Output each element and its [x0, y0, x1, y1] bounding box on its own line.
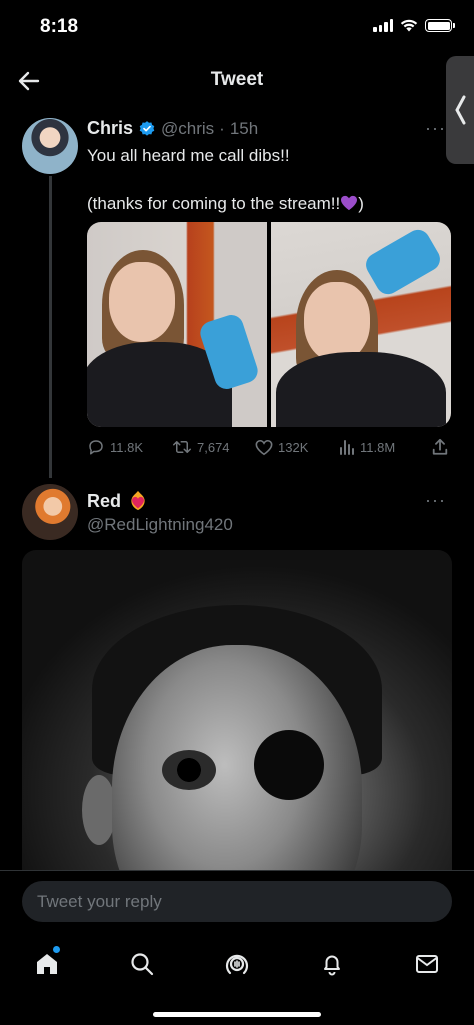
wifi-icon — [400, 19, 418, 32]
envelope-icon — [416, 955, 438, 973]
cellular-signal-icon — [373, 19, 393, 32]
bell-icon — [324, 955, 340, 976]
chevron-left-icon — [455, 95, 466, 125]
retweet-icon — [173, 441, 191, 453]
reply-button[interactable]: 11.8K — [87, 438, 143, 456]
reply-composer — [0, 870, 474, 940]
tab-messages[interactable] — [407, 944, 447, 984]
retweet-count: 7,674 — [197, 439, 230, 455]
tab-search[interactable] — [122, 944, 162, 984]
media-photo-1[interactable] — [87, 222, 267, 427]
reply-author-name[interactable]: Red — [87, 491, 121, 512]
reply-input[interactable] — [22, 881, 452, 922]
purple-heart-emoji-icon — [341, 195, 358, 211]
tweet-text-line2: (thanks for coming to the stream!!) — [87, 194, 364, 213]
status-icons — [373, 19, 455, 32]
home-indicator — [153, 1012, 321, 1017]
tab-home[interactable] — [27, 944, 67, 984]
search-icon — [131, 953, 154, 976]
avatar[interactable] — [22, 118, 78, 174]
side-panel-handle[interactable] — [446, 56, 474, 164]
like-button[interactable]: 132K — [255, 439, 308, 456]
verified-badge-icon — [139, 120, 155, 136]
tweet-text-line1: You all heard me call dibs!! — [87, 146, 290, 165]
page-title: Tweet — [210, 69, 264, 90]
analytics-icon — [340, 440, 354, 455]
status-bar: 8:18 — [0, 0, 474, 56]
like-count: 132K — [278, 439, 309, 455]
views-button[interactable]: 11.8M — [339, 439, 395, 455]
heart-on-fire-emoji-icon — [131, 490, 145, 511]
thread-line — [49, 176, 52, 478]
tweet-media[interactable] — [87, 222, 451, 427]
tab-spaces[interactable] — [217, 944, 257, 984]
heart-icon — [255, 439, 273, 455]
tweet-actions: 11.8K 7,674 132K 11.8M — [87, 437, 451, 457]
header: Tweet — [0, 56, 474, 106]
status-time: 8:18 — [40, 16, 79, 37]
home-icon — [37, 954, 57, 974]
share-button[interactable] — [431, 438, 449, 456]
bottom-tab-bar — [0, 938, 474, 1025]
view-count: 11.8M — [360, 439, 396, 455]
reply-count: 11.8K — [110, 439, 144, 455]
reply-author-handle[interactable]: @RedLightning420 — [87, 515, 233, 535]
tweet-header: Chris @chris · 15h — [87, 118, 258, 139]
tab-notifications[interactable] — [312, 944, 352, 984]
battery-icon — [425, 19, 455, 32]
reply-icon — [89, 440, 103, 455]
reply-media-photo[interactable] — [22, 550, 452, 872]
spaces-icon — [225, 954, 249, 975]
time-separator: · — [219, 118, 225, 138]
avatar[interactable] — [22, 484, 78, 540]
tweet-time: 15h — [229, 118, 259, 138]
retweet-button[interactable]: 7,674 — [172, 438, 230, 456]
tweet-text: You all heard me call dibs!! (thanks for… — [87, 144, 447, 216]
author-handle[interactable]: @chris — [161, 119, 214, 139]
share-icon — [432, 438, 448, 455]
notification-dot — [53, 946, 60, 953]
media-photo-2[interactable] — [271, 222, 451, 427]
author-name[interactable]: Chris — [87, 118, 133, 139]
reply-more-options-icon[interactable]: ··· — [425, 490, 446, 511]
reply-tweet-header: Red — [87, 490, 149, 512]
more-options-icon[interactable]: ··· — [425, 118, 446, 139]
